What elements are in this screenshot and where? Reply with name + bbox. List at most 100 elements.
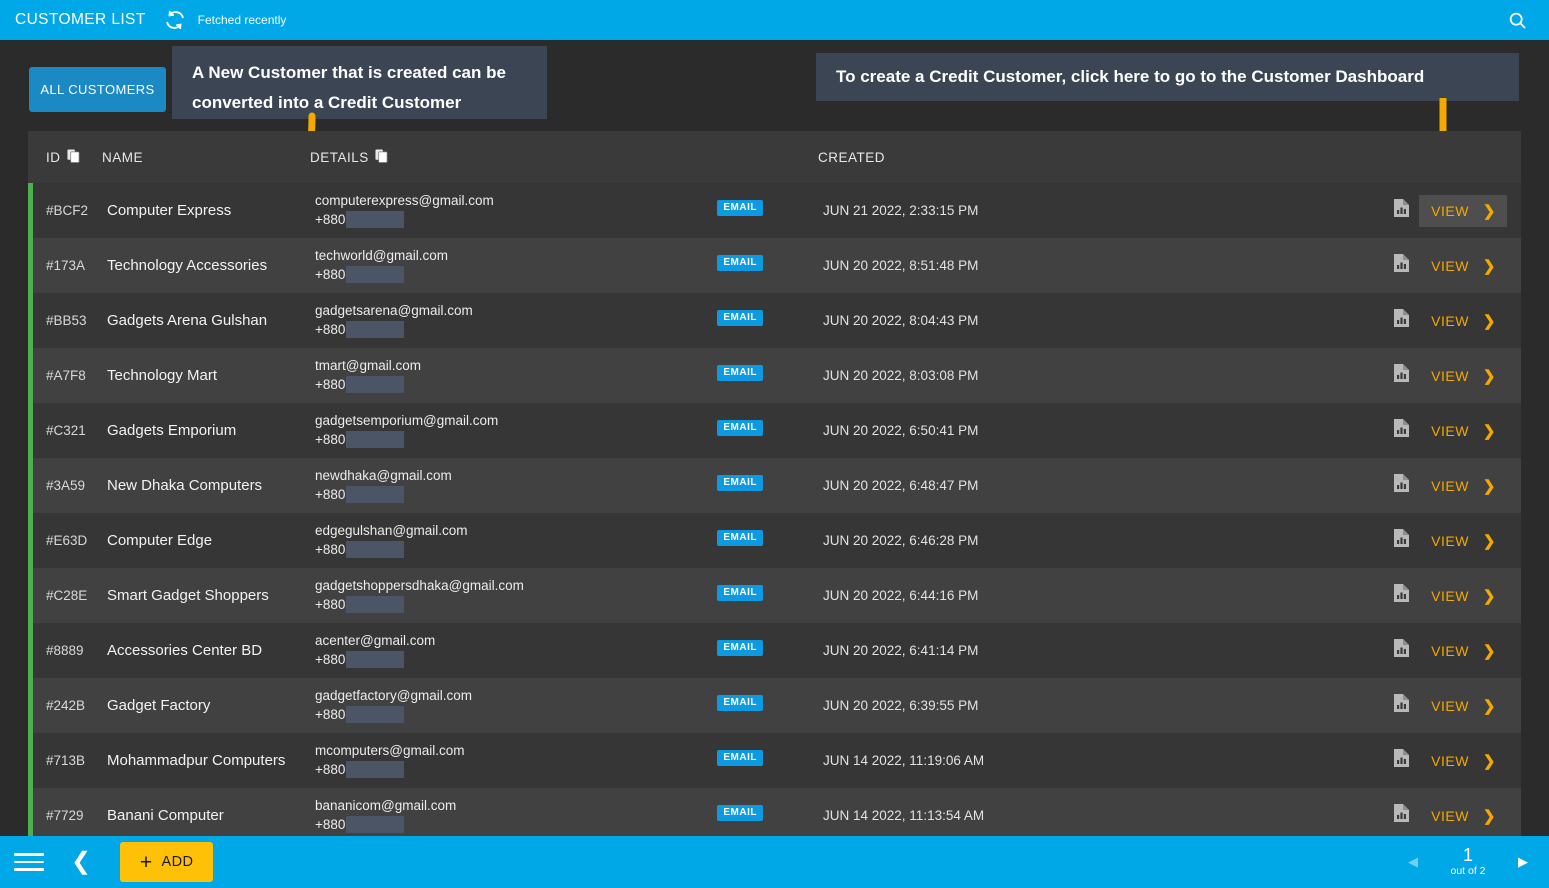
copy-icon[interactable]	[66, 149, 80, 166]
report-chart-icon[interactable]	[1393, 748, 1410, 773]
cell-details: computerexpress@gmail.com +880 EMAIL	[315, 192, 823, 229]
table-row[interactable]: #E63D Computer Edge edgegulshan@gmail.com +…	[28, 513, 1521, 568]
plus-icon: +	[139, 850, 153, 874]
cell-created: JUN 20 2022, 8:03:08 PM	[823, 368, 979, 383]
cell-name: Gadget Factory	[107, 697, 211, 714]
view-button-label: VIEW	[1431, 642, 1469, 659]
view-button[interactable]: VIEW ❯	[1419, 415, 1507, 447]
report-chart-icon[interactable]	[1393, 528, 1410, 553]
column-header-details-label: DETAILS	[310, 149, 369, 165]
add-button-label: ADD	[161, 854, 194, 870]
view-button[interactable]: VIEW ❯	[1419, 470, 1507, 502]
view-button[interactable]: VIEW ❯	[1419, 194, 1507, 227]
chevron-right-icon: ❯	[1482, 642, 1496, 660]
add-button[interactable]: + ADD	[120, 842, 214, 882]
table-row[interactable]: #3A59 New Dhaka Computers newdhaka@gmail.c…	[28, 458, 1521, 513]
table-header-row: ID NAME DETAILS CREATED	[28, 131, 1521, 183]
view-button[interactable]: VIEW ❯	[1419, 250, 1507, 282]
chevron-right-icon: ❯	[1482, 807, 1496, 825]
hamburger-menu-icon[interactable]	[14, 853, 44, 871]
chevron-right-icon: ❯	[1482, 587, 1496, 605]
report-chart-icon[interactable]	[1393, 583, 1410, 608]
table-row[interactable]: #BB53 Gadgets Arena Gulshan gadgetsarena@g…	[28, 293, 1521, 348]
cell-created: JUN 20 2022, 6:44:16 PM	[823, 588, 979, 603]
cell-id: #713B	[46, 753, 86, 768]
cell-actions: VIEW ❯	[1381, 250, 1521, 282]
cell-id: #7729	[46, 808, 84, 823]
redacted-phone-number	[346, 651, 405, 668]
report-chart-icon[interactable]	[1393, 473, 1410, 498]
column-header-created-label: CREATED	[818, 149, 886, 165]
table-row[interactable]: #C28E Smart Gadget Shoppers gadgetshoppers…	[28, 568, 1521, 623]
view-button-label: VIEW	[1431, 587, 1469, 604]
cell-created: JUN 20 2022, 8:51:48 PM	[823, 258, 979, 273]
callout-customer-dashboard: To create a Credit Customer, click here …	[816, 53, 1519, 101]
cell-created: JUN 20 2022, 6:50:41 PM	[823, 423, 979, 438]
report-chart-icon[interactable]	[1393, 693, 1410, 718]
cell-created: JUN 20 2022, 6:48:47 PM	[823, 478, 979, 493]
report-chart-icon[interactable]	[1393, 253, 1410, 278]
cell-actions: VIEW ❯	[1381, 360, 1521, 392]
cell-details: acenter@gmail.com +880 EMAIL	[315, 632, 823, 669]
redacted-phone-number	[346, 211, 405, 228]
table-row[interactable]: #8889 Accessories Center BD acenter@gmail.…	[28, 623, 1521, 678]
cell-id: #C321	[46, 423, 86, 438]
view-button[interactable]: VIEW ❯	[1419, 305, 1507, 337]
view-button[interactable]: VIEW ❯	[1419, 745, 1507, 777]
view-button-label: VIEW	[1431, 807, 1469, 824]
table-row[interactable]: #7729 Banani Computer bananicom@gmail.com +…	[28, 788, 1521, 836]
report-chart-icon[interactable]	[1393, 198, 1410, 223]
report-chart-icon[interactable]	[1393, 418, 1410, 443]
report-chart-icon[interactable]	[1393, 638, 1410, 663]
pagination-next-button[interactable]: ▶	[1505, 854, 1541, 870]
cell-id: #BB53	[46, 313, 87, 328]
cell-actions: VIEW ❯	[1381, 580, 1521, 612]
table-row[interactable]: #BCF2 Computer Express computerexpress@gma…	[28, 183, 1521, 238]
cell-name: Smart Gadget Shoppers	[107, 587, 269, 604]
cell-id: #A7F8	[46, 368, 86, 383]
table-row[interactable]: #173A Technology Accessories techworld@gma…	[28, 238, 1521, 293]
table-row[interactable]: #713B Mohammadpur Computers mcomputers@gma…	[28, 733, 1521, 788]
view-button[interactable]: VIEW ❯	[1419, 635, 1507, 667]
chevron-left-icon[interactable]: ❮	[71, 850, 91, 874]
column-header-details: DETAILS	[310, 149, 818, 166]
view-button-label: VIEW	[1431, 312, 1469, 329]
redacted-phone-number	[346, 431, 405, 448]
search-icon[interactable]	[1495, 0, 1539, 40]
cell-id: #3A59	[46, 478, 86, 493]
cell-created: JUN 21 2022, 2:33:15 PM	[823, 203, 979, 218]
cell-details: tmart@gmail.com +880 EMAIL	[315, 357, 823, 394]
column-header-name: NAME	[102, 150, 310, 165]
report-chart-icon[interactable]	[1393, 803, 1410, 828]
cell-name: Technology Accessories	[107, 257, 268, 274]
copy-icon[interactable]	[375, 149, 388, 166]
cell-id: #173A	[46, 258, 86, 273]
redacted-phone-number	[346, 266, 405, 283]
phone-prefix: +880	[315, 762, 346, 777]
filter-all-customers-button[interactable]: ALL CUSTOMERS	[29, 67, 166, 112]
cell-actions: VIEW ❯	[1381, 745, 1521, 777]
cell-name: New Dhaka Computers	[107, 477, 263, 494]
view-button[interactable]: VIEW ❯	[1419, 690, 1507, 722]
status-badge-email: EMAIL	[717, 420, 763, 436]
cell-details: bananicom@gmail.com +880 EMAIL	[315, 797, 823, 834]
view-button[interactable]: VIEW ❯	[1419, 525, 1507, 557]
table-row[interactable]: #242B Gadget Factory gadgetfactory@gmail.c…	[28, 678, 1521, 733]
cell-actions: VIEW ❯	[1381, 525, 1521, 557]
view-button[interactable]: VIEW ❯	[1419, 360, 1507, 392]
report-chart-icon[interactable]	[1393, 363, 1410, 388]
status-badge-email: EMAIL	[717, 805, 763, 821]
chevron-right-icon: ❯	[1482, 752, 1496, 770]
refresh-icon[interactable]	[164, 9, 186, 31]
cell-actions: VIEW ❯	[1381, 690, 1521, 722]
pagination-prev-button[interactable]: ◀	[1395, 854, 1431, 870]
table-row[interactable]: #A7F8 Technology Mart tmart@gmail.com +880 E…	[28, 348, 1521, 403]
table-row[interactable]: #C321 Gadgets Emporium gadgetsemporium@gma…	[28, 403, 1521, 458]
redacted-phone-number	[346, 596, 405, 613]
cell-created: JUN 20 2022, 8:04:43 PM	[823, 313, 979, 328]
phone-prefix: +880	[315, 707, 346, 722]
view-button[interactable]: VIEW ❯	[1419, 800, 1507, 832]
customer-table: ID NAME DETAILS CREATED #BCF2 Computer E…	[28, 131, 1521, 836]
report-chart-icon[interactable]	[1393, 308, 1410, 333]
view-button[interactable]: VIEW ❯	[1419, 580, 1507, 612]
